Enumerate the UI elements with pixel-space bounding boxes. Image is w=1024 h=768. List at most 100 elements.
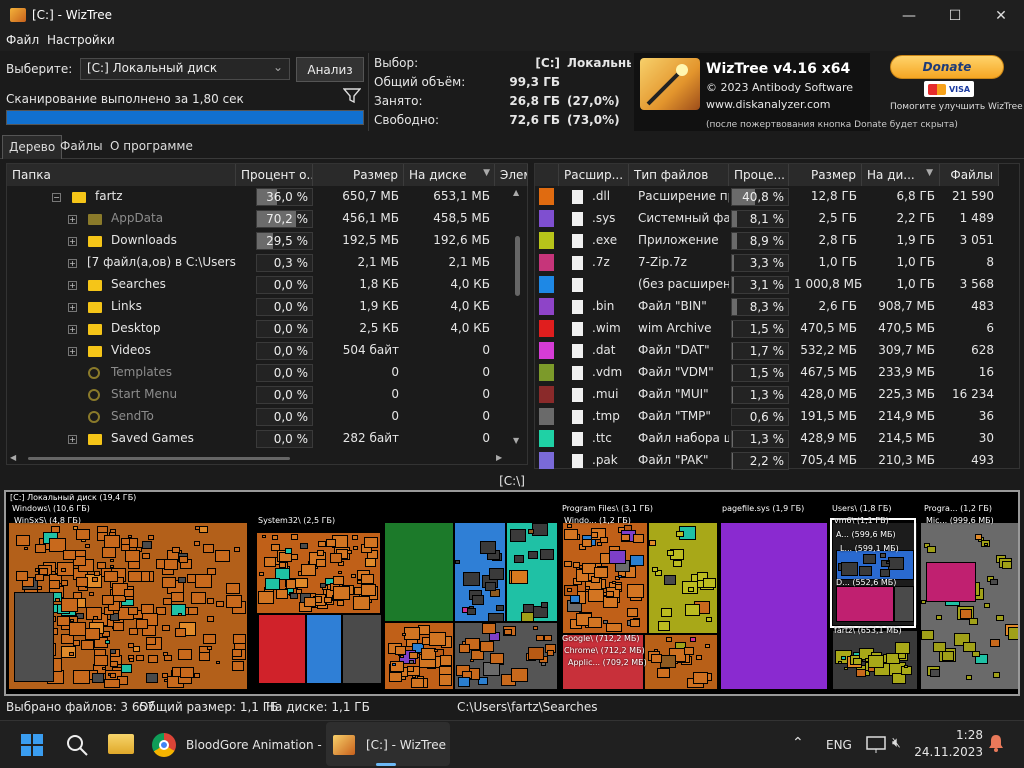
types-header-disk[interactable]: На ди... ▼ bbox=[862, 164, 940, 186]
current-path: [C:\] bbox=[499, 474, 525, 488]
notification-bell-icon[interactable] bbox=[988, 734, 1004, 752]
scroll-right-icon[interactable]: ▶ bbox=[496, 453, 502, 462]
tree-header-disk[interactable]: На диске ▼ bbox=[404, 164, 495, 186]
maximize-button[interactable]: ☐ bbox=[932, 0, 978, 31]
winsxs-file-block bbox=[178, 613, 182, 617]
tree-header-percent[interactable]: Процент о... bbox=[236, 164, 313, 186]
types-row-ext: .7z bbox=[592, 255, 610, 269]
misc-orange-file-block bbox=[440, 655, 452, 667]
info-extra-used: (27,0%) bbox=[567, 94, 620, 108]
types-row-ext: .dat bbox=[592, 343, 616, 357]
treemap[interactable]: [C:] Локальный диск (19,4 ГБ) Windows\ (1… bbox=[4, 490, 1020, 696]
scroll-left-icon[interactable]: ◀ bbox=[10, 453, 16, 462]
analyze-button[interactable]: Анализ bbox=[296, 57, 364, 82]
winsxs-file-block bbox=[234, 547, 240, 552]
types-row-files: 6 bbox=[986, 321, 994, 335]
tree-header-items[interactable]: Элем bbox=[495, 164, 528, 186]
types-row-files: 628 bbox=[971, 343, 994, 357]
tree-vscroll-thumb[interactable] bbox=[515, 236, 520, 296]
percent-bar: 0,0 % bbox=[256, 386, 313, 404]
file-type-icon bbox=[572, 234, 583, 248]
tree-row-size: 1,9 КБ bbox=[359, 299, 399, 313]
tab-files[interactable]: Файлы bbox=[54, 135, 109, 159]
types-header-type[interactable]: Тип файлов bbox=[629, 164, 729, 186]
winsxs-file-block bbox=[148, 535, 154, 540]
percent-text: 0,6 % bbox=[749, 410, 784, 424]
expand-icon[interactable]: + bbox=[68, 303, 77, 312]
expand-icon[interactable]: + bbox=[68, 215, 77, 224]
windows-start-icon[interactable] bbox=[21, 734, 43, 756]
expand-icon[interactable]: + bbox=[68, 347, 77, 356]
clock-date[interactable]: 24.11.2023 bbox=[905, 745, 983, 759]
program-files-file-block bbox=[591, 532, 598, 538]
percent-text: 8,9 % bbox=[749, 234, 784, 248]
chrome-icon[interactable] bbox=[152, 733, 176, 757]
collapse-icon[interactable]: − bbox=[52, 193, 61, 202]
filter-icon[interactable] bbox=[343, 87, 361, 103]
misc-gray-file-block bbox=[544, 635, 552, 642]
winsxs-file-block bbox=[129, 628, 138, 636]
types-row-disk: 908,7 МБ bbox=[878, 299, 935, 313]
expand-icon[interactable]: + bbox=[68, 281, 77, 290]
about-site-link[interactable]: www.diskanalyzer.com bbox=[706, 98, 831, 111]
tree-row-disk: 0 bbox=[482, 431, 490, 445]
types-header-ext[interactable]: Расшир... bbox=[559, 164, 629, 186]
expand-icon[interactable]: + bbox=[68, 435, 77, 444]
language-indicator[interactable]: ENG bbox=[826, 738, 852, 752]
donate-button[interactable]: Donate bbox=[890, 55, 1004, 79]
minimize-button[interactable]: — bbox=[886, 0, 932, 31]
tree-hscroll-thumb[interactable] bbox=[28, 457, 290, 460]
expand-icon[interactable]: + bbox=[68, 325, 77, 334]
misc-orange-file-block bbox=[402, 633, 406, 637]
menu-settings[interactable]: Настройки bbox=[47, 33, 115, 47]
tree-header-size[interactable]: Размер bbox=[313, 164, 404, 186]
drive-select[interactable]: [C:] Локальный диск ⌄ bbox=[80, 58, 290, 80]
tree-header-folder[interactable]: Папка bbox=[7, 164, 236, 186]
percent-bar-fill bbox=[732, 321, 733, 337]
winsxs-file-block bbox=[180, 667, 194, 679]
network-icon[interactable] bbox=[866, 736, 886, 754]
program-files-yellow-file-block bbox=[673, 560, 682, 568]
winsxs-file-block bbox=[110, 559, 114, 563]
clock-time[interactable]: 1:28 bbox=[933, 728, 983, 742]
treemap-label-pagefile: pagefile.sys (1,9 ГБ) bbox=[722, 504, 805, 513]
types-header-color[interactable] bbox=[535, 164, 559, 186]
system32-file-block bbox=[316, 559, 326, 567]
sort-desc-icon: ▼ bbox=[926, 168, 933, 178]
menu-file[interactable]: Файл bbox=[6, 33, 39, 47]
types-header-size[interactable]: Размер bbox=[789, 164, 862, 186]
expand-icon[interactable]: + bbox=[68, 259, 77, 268]
percent-bar: 70,2 % bbox=[256, 210, 313, 228]
types-header-disk-label: На ди... bbox=[867, 168, 915, 182]
taskbar-app-chrome[interactable]: BloodGore Animation - bbox=[186, 738, 322, 752]
percent-bar-fill bbox=[732, 453, 733, 469]
winsxs-file-block bbox=[35, 574, 44, 582]
chrome-file-block bbox=[651, 654, 662, 663]
shortcut-folder-icon bbox=[88, 411, 100, 423]
scroll-down-icon[interactable]: ▼ bbox=[513, 436, 519, 445]
file-explorer-icon[interactable] bbox=[108, 734, 134, 754]
title-bar bbox=[0, 0, 1024, 31]
types-header-percent[interactable]: Проце... bbox=[729, 164, 789, 186]
chevron-up-icon[interactable]: ⌃ bbox=[792, 735, 804, 751]
types-row-ext: .bin bbox=[592, 299, 615, 313]
percent-bar: 0,0 % bbox=[256, 298, 313, 316]
expand-icon[interactable]: + bbox=[68, 237, 77, 246]
tree-row-size: 1,8 КБ bbox=[359, 277, 399, 291]
system32-file-block bbox=[276, 589, 288, 599]
tree-vscrollbar[interactable] bbox=[511, 187, 525, 449]
volume-muted-icon[interactable]: 🔇︎ bbox=[892, 735, 901, 751]
scroll-up-icon[interactable]: ▲ bbox=[513, 188, 519, 197]
status-selected-files: Выбрано файлов: 3 657 bbox=[6, 700, 155, 714]
types-row-type: Файл "TMP" bbox=[638, 409, 711, 423]
types-vscrollbar[interactable] bbox=[1005, 187, 1019, 467]
types-header-files[interactable]: Файлы bbox=[940, 164, 999, 186]
percent-bar-fill bbox=[732, 365, 733, 381]
close-button[interactable]: ✕ bbox=[978, 0, 1024, 31]
tab-about[interactable]: О программе bbox=[104, 135, 199, 159]
misc-gray-file-block bbox=[533, 626, 538, 630]
search-icon[interactable] bbox=[66, 734, 88, 756]
percent-text: 2,2 % bbox=[749, 454, 784, 468]
misc-orange-file-block bbox=[434, 649, 438, 653]
types-row-files: 16 234 bbox=[952, 387, 994, 401]
